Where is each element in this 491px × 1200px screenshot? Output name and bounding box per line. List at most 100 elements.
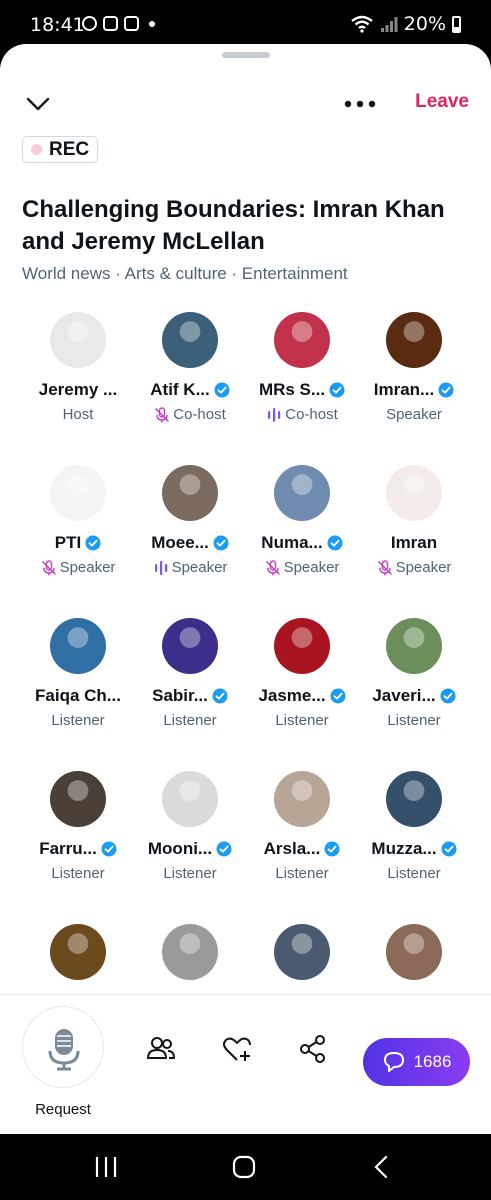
wifi-icon — [351, 15, 373, 33]
more-options-icon[interactable] — [343, 92, 377, 116]
participant-avatar[interactable] — [162, 771, 218, 827]
participant-item[interactable]: Numa... Speaker — [246, 459, 358, 609]
home-icon[interactable] — [231, 1154, 257, 1180]
participant-item[interactable]: PTI Speaker — [22, 459, 134, 609]
participant-avatar[interactable] — [274, 465, 330, 521]
participant-role-row: Co-host — [246, 406, 358, 423]
participant-avatar[interactable] — [162, 924, 218, 980]
request-mic-button[interactable] — [22, 1006, 104, 1088]
participant-name-row: Jeremy ... — [22, 380, 134, 400]
participant-name: Moee... — [151, 533, 209, 552]
participant-role: Listener — [163, 712, 217, 729]
leave-button[interactable]: Leave — [415, 91, 469, 113]
gallery-icon — [124, 16, 139, 31]
participant-name: MRs S... — [258, 380, 326, 399]
participant-item[interactable]: Faiqa Ch... Listener — [22, 612, 134, 762]
participant-item[interactable]: Jasme... Listener — [246, 612, 358, 762]
battery-icon — [452, 15, 461, 33]
participant-item[interactable]: Farru... Listener — [22, 765, 134, 915]
participant-role-row: Listener — [22, 712, 134, 729]
verified-badge-icon — [329, 382, 345, 398]
verified-badge-icon — [212, 688, 228, 704]
participant-avatar[interactable] — [50, 924, 106, 980]
participant-avatar[interactable] — [162, 618, 218, 674]
participant-name-row: Atif K... — [134, 380, 246, 400]
participant-name: Numa... — [261, 533, 323, 552]
participant-avatar[interactable] — [162, 312, 218, 368]
speaking-bars-icon — [268, 407, 281, 422]
participant-item[interactable]: Javeri... Listener — [358, 612, 470, 762]
verified-badge-icon — [216, 841, 232, 857]
participant-item[interactable]: Moee... Speaker — [134, 459, 246, 609]
participant-avatar[interactable] — [274, 312, 330, 368]
participant-name-row: Sabir... — [134, 686, 246, 706]
bottom-divider — [0, 994, 491, 995]
participant-role-row: Co-host — [134, 406, 246, 423]
heart-plus-icon[interactable] — [222, 1034, 252, 1064]
participant-name-row: Faiqa Ch... — [22, 686, 134, 706]
rec-label: REC — [49, 138, 90, 160]
participant-avatar[interactable] — [386, 312, 442, 368]
participant-item[interactable]: Jeremy ... Host — [22, 306, 134, 456]
participant-avatar[interactable] — [386, 924, 442, 980]
rec-dot-icon — [31, 144, 42, 155]
participant-role-row: Listener — [246, 865, 358, 882]
participant-role: Listener — [51, 865, 105, 882]
participant-avatar[interactable] — [386, 771, 442, 827]
participant-role: Speaker — [59, 559, 116, 576]
participant-avatar[interactable] — [386, 465, 442, 521]
space-title: Challenging Boundaries: Imran Khan and J… — [22, 196, 445, 255]
participant-avatar[interactable] — [386, 618, 442, 674]
participant-name: Arsla... — [263, 839, 321, 858]
participant-avatar[interactable] — [274, 771, 330, 827]
participant-item[interactable]: Arsla... Listener — [246, 765, 358, 915]
request-label: Request — [35, 1101, 91, 1118]
space-topics: World news · Arts & culture · Entertainm… — [22, 264, 348, 283]
participant-name-row: Arsla... — [246, 839, 358, 859]
participants-icon[interactable] — [146, 1034, 176, 1064]
verified-badge-icon — [324, 841, 340, 857]
space-sheet: Leave REC Challenging Boundaries: Imran … — [0, 44, 491, 1134]
participant-avatar[interactable] — [50, 465, 106, 521]
collapse-chevron-down-icon[interactable] — [26, 92, 50, 116]
drag-handle[interactable] — [222, 52, 270, 58]
participant-avatar[interactable] — [274, 924, 330, 980]
chat-count: 1686 — [413, 1052, 452, 1071]
participant-role: Listener — [275, 865, 329, 882]
verified-badge-icon — [85, 535, 101, 551]
participant-name-row: Farru... — [22, 839, 134, 859]
participant-role: Co-host — [173, 406, 226, 423]
rec-badge: REC — [22, 136, 99, 163]
share-icon[interactable] — [298, 1034, 328, 1064]
chat-button[interactable]: 1686 — [363, 1038, 470, 1086]
status-right: 20% — [350, 13, 461, 35]
back-icon[interactable] — [372, 1154, 390, 1180]
participant-role-row: Listener — [22, 865, 134, 882]
verified-badge-icon — [213, 535, 229, 551]
participant-item[interactable]: Imran... Speaker — [358, 306, 470, 456]
verified-badge-icon — [327, 535, 343, 551]
participant-item[interactable]: Imran Speaker — [358, 459, 470, 609]
verified-badge-icon — [101, 841, 117, 857]
battery-percent: 20% — [403, 13, 446, 35]
participant-role-row: Host — [22, 406, 134, 423]
participant-name: Jeremy ... — [38, 380, 118, 399]
participant-avatar[interactable] — [162, 465, 218, 521]
participant-item[interactable]: Atif K... Co-host — [134, 306, 246, 456]
participant-avatar[interactable] — [50, 312, 106, 368]
participant-role-row: Speaker — [246, 559, 358, 576]
participant-item[interactable]: Sabir... Listener — [134, 612, 246, 762]
participant-item[interactable]: MRs S... Co-host — [246, 306, 358, 456]
participant-role-row: Listener — [358, 712, 470, 729]
participant-avatar[interactable] — [50, 771, 106, 827]
participant-name-row: PTI — [22, 533, 134, 553]
recent-apps-icon[interactable] — [94, 1154, 118, 1180]
participant-item[interactable]: Muzza... Listener — [358, 765, 470, 915]
participant-item[interactable]: Mooni... Listener — [134, 765, 246, 915]
participant-avatar[interactable] — [274, 618, 330, 674]
participant-name-row: Imran — [358, 533, 470, 553]
participant-name: Jasme... — [258, 686, 326, 705]
participant-role-row: Listener — [358, 865, 470, 882]
participant-role: Speaker — [386, 406, 442, 423]
participant-avatar[interactable] — [50, 618, 106, 674]
